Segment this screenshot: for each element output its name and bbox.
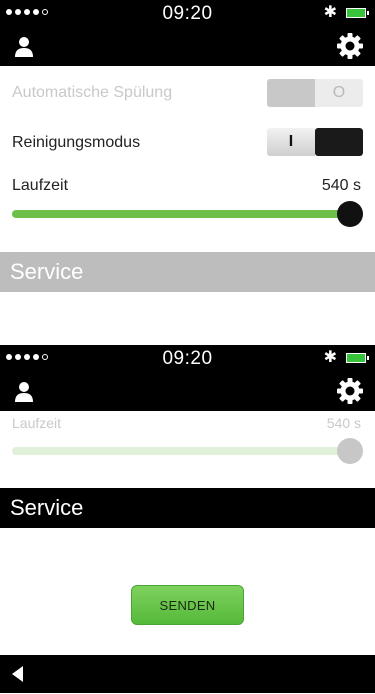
screen-service: 09:20 ✱ Laufzeit 540 s Service SENDEN [0, 345, 375, 694]
status-bar: 09:20 ✱ [0, 345, 375, 371]
runtime-slider-thumb[interactable] [337, 201, 363, 227]
service-title: Service [10, 495, 84, 520]
status-bar: 09:20 ✱ [0, 0, 375, 26]
service-title: Service [10, 259, 84, 284]
bluetooth-icon: ✱ [323, 4, 337, 21]
runtime-slider-track[interactable] [12, 447, 350, 455]
runtime-value: 540 s [326, 415, 361, 431]
top-nav [0, 371, 375, 411]
gear-icon[interactable] [337, 33, 363, 59]
user-icon[interactable] [14, 36, 34, 58]
send-button[interactable]: SENDEN [131, 585, 244, 625]
battery-icon [346, 353, 369, 363]
auto-flush-label: Automatische Spülung [12, 84, 173, 101]
runtime-slider-track[interactable] [12, 210, 350, 218]
gear-icon[interactable] [337, 378, 363, 404]
bluetooth-icon: ✱ [323, 349, 337, 366]
toggle-off-label: O [315, 79, 363, 107]
user-icon[interactable] [14, 381, 34, 403]
toggle-on-half [267, 79, 315, 107]
cleaning-mode-label: Reinigungsmodus [12, 134, 141, 151]
battery-icon [346, 8, 369, 18]
status-time: 09:20 [162, 348, 213, 369]
toggle-knob [315, 128, 363, 156]
toggle-on-label: I [267, 128, 315, 156]
auto-flush-toggle[interactable]: O [267, 79, 363, 107]
status-time: 09:20 [162, 3, 213, 24]
service-section-header: Service [0, 488, 375, 528]
runtime-value: 540 s [321, 177, 361, 194]
service-section-header: Service [0, 252, 375, 292]
cleaning-mode-toggle[interactable]: I [267, 128, 363, 156]
back-icon[interactable] [12, 666, 24, 682]
bottom-nav [0, 655, 375, 693]
runtime-label: Laufzeit [12, 177, 69, 194]
runtime-label: Laufzeit [12, 415, 62, 431]
top-nav [0, 26, 375, 66]
screen-settings: 09:20 ✱ Automatische Spülung O Reinigung… [0, 0, 375, 332]
runtime-slider-thumb[interactable] [337, 438, 363, 464]
